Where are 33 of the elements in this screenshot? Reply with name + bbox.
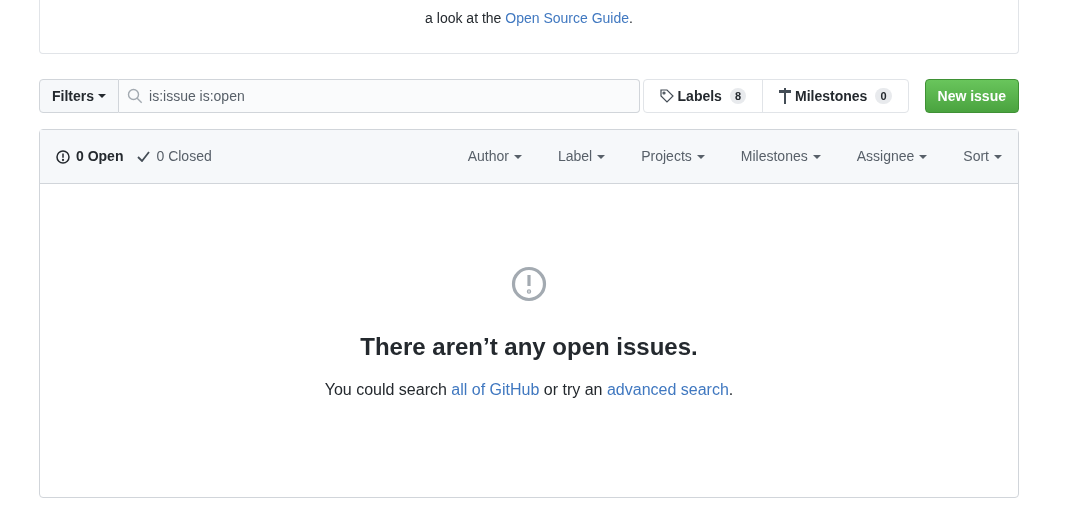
issue-icon bbox=[511, 266, 547, 302]
filter-dropdown[interactable]: Sort bbox=[963, 146, 1002, 167]
tag-icon bbox=[659, 89, 674, 103]
closed-issues-tab[interactable]: 0 Closed bbox=[137, 146, 212, 167]
filter-dropdown[interactable]: Assignee bbox=[856, 146, 928, 167]
labels-count: 8 bbox=[729, 88, 747, 104]
caret-icon bbox=[98, 94, 106, 98]
search-icon bbox=[127, 88, 143, 104]
link[interactable]: Open Source Guide bbox=[505, 10, 629, 26]
caret-icon bbox=[513, 154, 522, 159]
check-icon bbox=[137, 151, 151, 162]
caret-icon bbox=[597, 154, 606, 159]
filter-dropdown[interactable]: Milestones bbox=[740, 146, 821, 167]
filter-dropdown[interactable]: Author bbox=[467, 146, 522, 167]
caret-icon bbox=[919, 154, 928, 159]
empty-state-title: There aren’t any open issues. bbox=[360, 332, 698, 362]
filter-dropdown[interactable]: Projects bbox=[641, 146, 705, 167]
link[interactable]: advanced search bbox=[606, 381, 729, 398]
milestones-count: 0 bbox=[875, 88, 892, 104]
labels-link[interactable]: Labels 8 bbox=[643, 80, 764, 112]
empty-state-text: You could search all of GitHub or try an advanced search. bbox=[324, 380, 734, 400]
link[interactable]: all of GitHub bbox=[451, 381, 540, 398]
issue-icon bbox=[56, 149, 70, 164]
filters-button[interactable]: Filters bbox=[39, 79, 119, 113]
intro-text: a look at the Open Source Guide. bbox=[425, 9, 633, 28]
open-issues-tab[interactable]: 0 Open bbox=[56, 146, 124, 167]
signpost-icon bbox=[779, 88, 792, 104]
milestones-link[interactable]: Milestones 0 bbox=[763, 80, 908, 112]
caret-icon bbox=[994, 154, 1002, 159]
caret-icon bbox=[812, 154, 821, 159]
caret-icon bbox=[696, 154, 705, 159]
filter-dropdown[interactable]: Label bbox=[557, 146, 606, 167]
search-field[interactable]: is:issue is:open bbox=[119, 79, 640, 113]
